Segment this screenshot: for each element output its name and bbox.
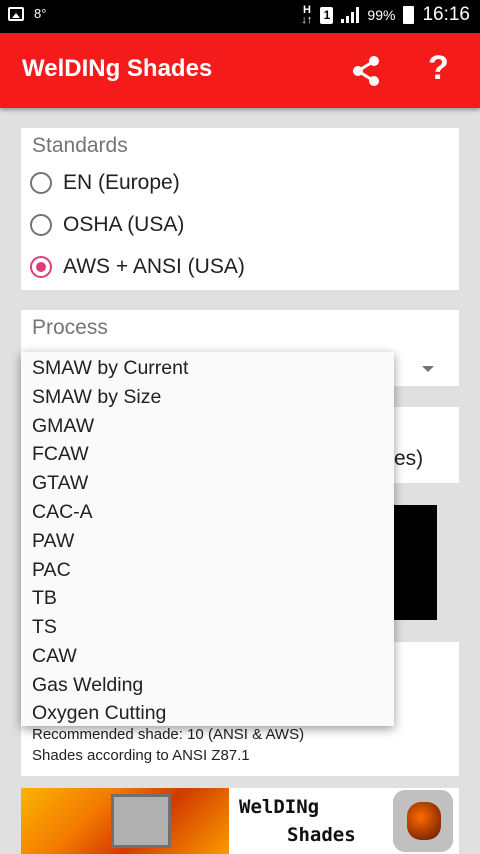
battery-percentage: 99%	[367, 7, 396, 23]
dropdown-item[interactable]: TS	[32, 616, 57, 639]
help-icon[interactable]: ?	[428, 49, 449, 88]
status-bar: 8° H ↓↑ 1 99% 16:16	[0, 0, 480, 33]
shade-preview	[394, 505, 437, 620]
radio-option-osha[interactable]: OSHA (USA)	[30, 213, 184, 237]
network-type-icon: H ↓↑	[301, 4, 313, 26]
recommended-shade-text: Recommended shade: 10 (ANSI & AWS)	[32, 726, 305, 743]
battery-icon	[403, 6, 415, 24]
dropdown-item[interactable]: FCAW	[32, 443, 89, 466]
dropdown-item[interactable]: PAW	[32, 530, 74, 553]
banner-title-line1: WelDINg	[239, 796, 320, 818]
share-icon[interactable]	[348, 53, 384, 89]
signal-icon	[341, 7, 360, 23]
standards-card: Standards EN (Europe) OSHA (USA) AWS + A…	[21, 128, 459, 290]
dropdown-item[interactable]: SMAW by Size	[32, 386, 161, 409]
dropdown-item[interactable]: GTAW	[32, 472, 88, 495]
radio-label: EN (Europe)	[63, 171, 180, 194]
process-label: Process	[32, 316, 108, 339]
sim-icon: 1	[320, 6, 334, 24]
dropdown-item[interactable]: SMAW by Current	[32, 357, 188, 380]
dropdown-item[interactable]: TB	[32, 587, 57, 610]
standard-reference-text: Shades according to ANSI Z87.1	[32, 747, 250, 764]
banner-image	[21, 788, 229, 854]
welding-machine-icon	[111, 794, 171, 848]
dropdown-item[interactable]: CAW	[32, 645, 77, 668]
dropdown-arrow-icon[interactable]	[422, 366, 434, 372]
dropdown-item[interactable]: CAC-A	[32, 501, 93, 524]
ad-banner[interactable]: WelDINg Shades	[21, 788, 459, 854]
dropdown-item[interactable]: Oxygen Cutting	[32, 702, 166, 725]
radio-label: OSHA (USA)	[63, 213, 185, 236]
radio-unchecked-icon	[30, 172, 52, 194]
clock: 16:16	[422, 4, 470, 25]
gallery-notification-icon	[8, 6, 24, 21]
app-title: WelDINg Shades	[22, 55, 213, 82]
dropdown-item[interactable]: Gas Welding	[32, 674, 143, 697]
radio-unchecked-icon	[30, 214, 52, 236]
welding-helmet-icon	[393, 790, 453, 852]
radio-checked-icon	[30, 256, 52, 278]
radio-option-en[interactable]: EN (Europe)	[30, 171, 180, 195]
radio-option-aws-ansi[interactable]: AWS + ANSI (USA)	[30, 255, 245, 279]
process-dropdown-list[interactable]: SMAW by Current SMAW by Size GMAW FCAW G…	[21, 352, 394, 726]
app-bar: WelDINg Shades ?	[0, 33, 480, 108]
standards-label: Standards	[32, 134, 128, 157]
dropdown-item[interactable]: GMAW	[32, 415, 94, 438]
banner-title-line2: Shades	[287, 824, 356, 846]
dropdown-item[interactable]: PAC	[32, 559, 71, 582]
notification-text: 8°	[34, 6, 47, 21]
radio-label: AWS + ANSI (USA)	[63, 255, 245, 278]
